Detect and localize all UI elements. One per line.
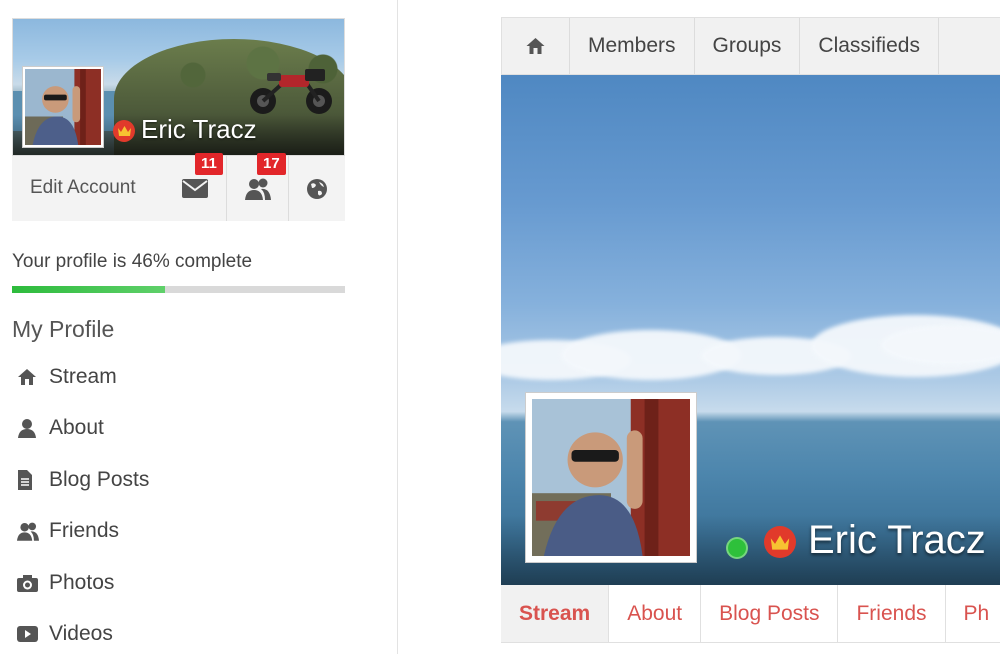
profile-completion-fill — [12, 286, 166, 293]
tab-about[interactable]: About — [609, 585, 702, 642]
nav-classifieds[interactable]: Classifieds — [800, 18, 939, 74]
nav-item-label: Friends — [49, 519, 120, 543]
profile-nav-about[interactable]: About — [12, 403, 345, 455]
sidebar: Eric Tracz Edit Account 11 17 Your profi… — [0, 0, 398, 654]
profile-nav-stream[interactable]: Stream — [12, 351, 345, 403]
tab-friends[interactable]: Friends — [838, 585, 946, 642]
profile-actions: Edit Account 11 17 — [12, 153, 345, 221]
avatar-photo — [25, 69, 101, 145]
online-status-indicator — [726, 537, 748, 559]
nav-members[interactable]: Members — [570, 18, 695, 74]
document-icon — [12, 469, 49, 490]
friends-icon — [12, 522, 49, 541]
nav-home-button[interactable] — [502, 18, 570, 74]
nav-item-label: Videos — [49, 622, 113, 646]
nav-groups[interactable]: Groups — [695, 18, 801, 74]
tab-photos[interactable]: Ph — [946, 585, 1000, 642]
profile-nav-photos[interactable]: Photos — [12, 557, 345, 609]
profile-avatar[interactable] — [525, 392, 697, 563]
nav-item-label: Photos — [49, 570, 115, 594]
profile-nav: Stream About Blog Posts Friends Photos V… — [12, 351, 345, 654]
tab-stream[interactable]: Stream — [501, 585, 610, 642]
home-icon — [12, 368, 49, 386]
avatar[interactable] — [22, 66, 104, 148]
notifications-button[interactable] — [288, 156, 345, 221]
friends-icon — [244, 178, 271, 200]
profile-nav-videos[interactable]: Videos — [12, 609, 345, 654]
main-content: Members Groups Classifieds Eric Tracz St… — [501, 0, 1000, 654]
profile-name: Eric Tracz — [808, 518, 986, 562]
nav-item-label: Stream — [49, 364, 117, 388]
avatar-photo — [532, 399, 690, 556]
video-icon — [12, 626, 49, 643]
top-navigation: Members Groups Classifieds — [501, 17, 1000, 75]
crown-icon — [764, 526, 796, 558]
profile-nav-friends[interactable]: Friends — [12, 506, 345, 558]
profile-tabs: Stream About Blog Posts Friends Ph — [501, 585, 1000, 643]
friend-requests-count-badge: 17 — [257, 153, 286, 175]
profile-completion-bar — [12, 286, 345, 293]
motorcycle-image — [250, 69, 332, 114]
messages-count-badge: 11 — [195, 153, 223, 175]
envelope-icon — [182, 179, 208, 198]
profile-completion-text: Your profile is 46% complete — [12, 251, 253, 272]
edit-account-link[interactable]: Edit Account — [30, 177, 136, 199]
my-profile-heading: My Profile — [12, 316, 115, 342]
home-icon — [526, 38, 545, 54]
tab-blog-posts[interactable]: Blog Posts — [701, 585, 839, 642]
nav-item-label: Blog Posts — [49, 467, 150, 491]
globe-icon — [307, 178, 327, 199]
camera-icon — [12, 574, 49, 592]
profile-card: Eric Tracz Edit Account 11 17 — [12, 18, 345, 221]
profile-nav-blog-posts[interactable]: Blog Posts — [12, 454, 345, 506]
nav-item-label: About — [49, 416, 104, 440]
user-icon — [12, 418, 49, 439]
crown-icon — [113, 120, 135, 142]
user-name[interactable]: Eric Tracz — [141, 114, 257, 145]
